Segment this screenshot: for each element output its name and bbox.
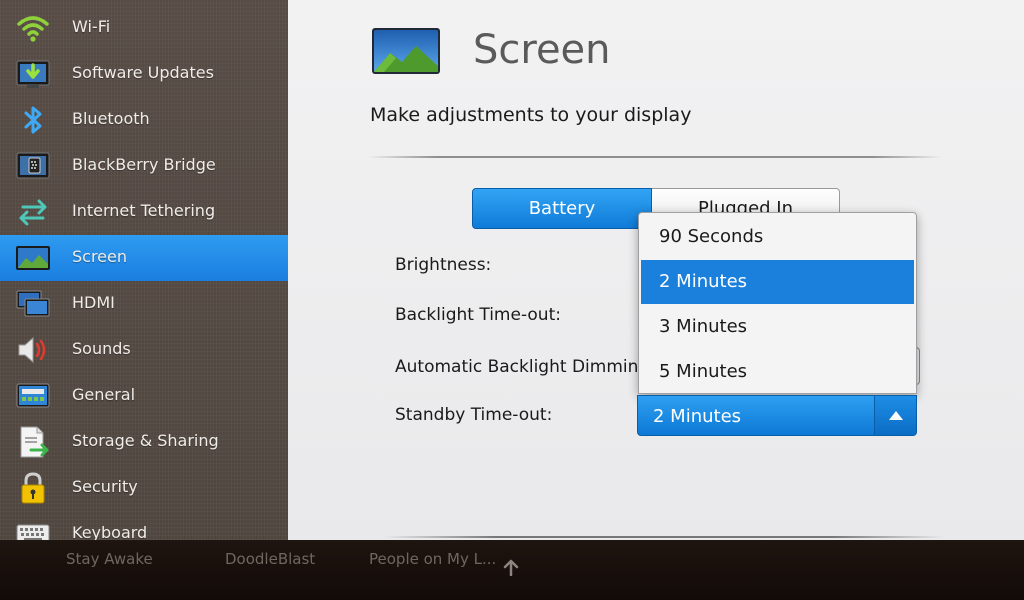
sidebar-item-label: Wi-Fi <box>72 17 111 36</box>
lock-icon <box>15 470 51 506</box>
auto-dimming-row: Automatic Backlight Dimming <box>395 352 638 382</box>
sidebar-item-label: Internet Tethering <box>72 201 216 220</box>
arrow-up-icon[interactable] <box>502 558 520 577</box>
section-divider <box>384 536 944 538</box>
storage-document-icon <box>15 424 51 460</box>
auto-dimming-label: Automatic Backlight Dimming <box>395 357 638 377</box>
bluetooth-icon <box>15 102 51 138</box>
sidebar-item-bluetooth[interactable]: Bluetooth <box>0 97 288 143</box>
task-stay-awake[interactable]: Stay Awake <box>66 550 153 568</box>
sidebar-item-label: Keyboard <box>72 523 148 540</box>
sidebar-item-sounds[interactable]: Sounds <box>0 327 288 373</box>
screen-landscape-icon <box>15 240 51 276</box>
tab-battery[interactable]: Battery <box>472 188 652 229</box>
sidebar-item-security[interactable]: Security <box>0 465 288 511</box>
sidebar-item-keyboard[interactable]: Keyboard <box>0 511 288 540</box>
screen-landscape-icon <box>372 28 440 74</box>
sidebar-item-internet-tethering[interactable]: Internet Tethering <box>0 189 288 235</box>
standby-timeout-label: Standby Time-out: <box>395 405 553 425</box>
sidebar-item-label: Security <box>72 477 138 496</box>
wifi-icon <box>15 10 51 46</box>
general-device-icon <box>15 378 51 414</box>
sidebar-item-label: Sounds <box>72 339 131 358</box>
sidebar-item-label: BlackBerry Bridge <box>72 155 216 174</box>
brightness-label: Brightness: <box>395 255 492 275</box>
speaker-icon <box>15 332 51 368</box>
settings-sidebar: Wi-Fi Software Updates Bluetooth BlackBe… <box>0 0 288 540</box>
sidebar-item-hdmi[interactable]: HDMI <box>0 281 288 327</box>
sidebar-item-label: Screen <box>72 247 128 266</box>
task-doodleblast[interactable]: DoodleBlast <box>225 550 315 568</box>
sidebar-item-general[interactable]: General <box>0 373 288 419</box>
sidebar-item-screen[interactable]: Screen <box>0 235 288 281</box>
sidebar-item-software-updates[interactable]: Software Updates <box>0 51 288 97</box>
sidebar-item-label: Bluetooth <box>72 109 150 128</box>
hdmi-monitors-icon <box>15 286 51 322</box>
sidebar-item-wifi[interactable]: Wi-Fi <box>0 5 288 51</box>
dropdown-option-5-minutes[interactable]: 5 Minutes <box>641 350 914 393</box>
software-update-icon <box>15 56 51 92</box>
task-people-on-my-list[interactable]: People on My L... <box>369 550 496 568</box>
sidebar-item-blackberry-bridge[interactable]: BlackBerry Bridge <box>0 143 288 189</box>
standby-timeout-select[interactable]: 2 Minutes <box>637 395 917 436</box>
blackberry-bridge-icon <box>15 148 51 184</box>
page-subtitle: Make adjustments to your display <box>370 104 692 126</box>
sidebar-item-storage-sharing[interactable]: Storage & Sharing <box>0 419 288 465</box>
sidebar-item-label: Software Updates <box>72 63 214 82</box>
keyboard-icon <box>15 516 51 540</box>
sidebar-item-label: General <box>72 385 136 404</box>
dropdown-option-90-seconds[interactable]: 90 Seconds <box>641 215 914 259</box>
app-switcher-bar: Stay Awake DoodleBlast People on My L... <box>0 540 1024 600</box>
standby-timeout-dropdown-list: 90 Seconds 2 Minutes 3 Minutes 5 Minutes <box>638 212 917 394</box>
standby-timeout-value: 2 Minutes <box>653 406 742 427</box>
backlight-timeout-label: Backlight Time-out: <box>395 305 561 325</box>
sidebar-item-label: Storage & Sharing <box>72 431 219 450</box>
tethering-arrows-icon <box>15 194 51 230</box>
header-divider <box>368 156 942 158</box>
dropdown-option-3-minutes[interactable]: 3 Minutes <box>641 305 914 349</box>
chevron-up-icon[interactable] <box>874 396 916 435</box>
dropdown-option-2-minutes[interactable]: 2 Minutes <box>641 260 914 304</box>
page-title: Screen <box>473 27 611 73</box>
sidebar-item-label: HDMI <box>72 293 115 312</box>
